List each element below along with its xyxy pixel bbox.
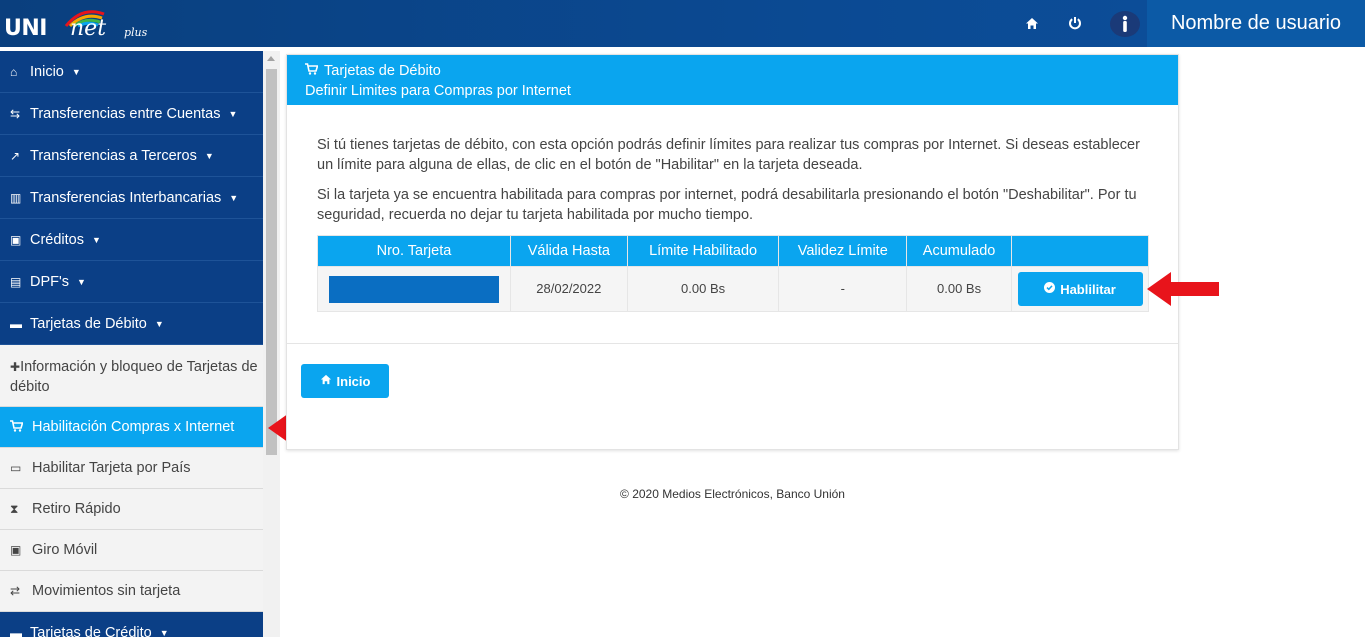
column-header: Acumulado <box>906 235 1012 267</box>
debit-cards-table: Nro. Tarjeta Válida Hasta Límite Habilit… <box>317 235 1149 312</box>
caret-down-icon: ▼ <box>228 108 238 119</box>
sidebar-item-label: Transferencias a Terceros <box>30 147 197 164</box>
unionet-logo[interactable]: UNI net plus <box>4 4 154 44</box>
sidebar-item-label: Transferencias Interbancarias <box>30 189 222 206</box>
sidebar-item-label: DPF's <box>30 273 70 290</box>
column-header: Válida Hasta <box>509 235 628 267</box>
caret-down-icon: ▼ <box>92 234 101 245</box>
sidebar-item-label: Retiro Rápido <box>32 501 121 517</box>
info-paragraph-2: Si la tarjeta ya se encuentra habilitada… <box>317 187 1137 223</box>
sidebar-item-label: ✚Información y bloqueo de Tarjetas de dé… <box>10 359 258 395</box>
money-icon: ▣ <box>10 232 22 247</box>
sidebar-item-inicio[interactable]: ⌂ Inicio ▼ <box>0 51 263 93</box>
logo-plus-text: plus <box>124 26 148 39</box>
validity-cell: - <box>778 266 908 312</box>
footer-copyright: © 2020 Medios Electrónicos, Banco Unión <box>620 487 845 501</box>
sidebar-subitem-habilitacion-compras[interactable]: Habilitación Compras x Internet <box>0 407 263 448</box>
home-icon[interactable] <box>1021 12 1043 34</box>
caret-down-icon: ▼ <box>71 66 81 77</box>
money-icon: ▣ <box>10 543 22 557</box>
sidebar-item-label: Habilitar Tarjeta por País <box>32 460 191 476</box>
card-number-cell <box>317 266 511 312</box>
power-icon[interactable] <box>1064 12 1086 34</box>
caret-down-icon: ▼ <box>204 150 214 161</box>
logo-net-text: net <box>70 16 107 41</box>
table-row: 28/02/2022 0.00 Bs - 0.00 Bs Hablilitar <box>317 266 1149 312</box>
sidebar-item-label: Movimientos sin tarjeta <box>32 583 181 599</box>
credit-card-icon: ▭ <box>10 461 22 475</box>
wifi-logo-icon <box>64 10 105 28</box>
masked-card-number <box>328 275 499 303</box>
panel-header: Tarjetas de Débito Definir Limites para … <box>287 55 1178 105</box>
username-label[interactable]: Nombre de usuario <box>1147 0 1365 47</box>
column-header <box>1011 235 1149 267</box>
column-header: Validez Límite <box>778 235 908 267</box>
sidebar-menu: ⌂ Inicio ▼ ⇆ Transferencias entre Cuenta… <box>0 51 263 637</box>
sidebar-item-dpfs[interactable]: ▤ DPF's ▼ <box>0 261 263 303</box>
caret-down-icon: ▼ <box>154 318 164 329</box>
sidebar-item-tarjetas-credito[interactable]: ▬ Tarjetas de Crédito ▼ <box>0 612 263 637</box>
column-header: Nro. Tarjeta <box>317 235 511 267</box>
sidebar-item-label: Habilitación Compras x Internet <box>32 419 235 435</box>
top-header: UNI net plus Nombre de usuario <box>0 0 1365 47</box>
enable-button[interactable]: Hablilitar <box>1017 272 1143 306</box>
sidebar-item-creditos[interactable]: ▣ Créditos ▼ <box>0 219 263 261</box>
valid-until-cell: 28/02/2022 <box>509 266 628 312</box>
sidebar-item-transferencias-cuentas[interactable]: ⇆ Transferencias entre Cuentas ▼ <box>0 93 263 135</box>
sidebar-item-label: Inicio <box>30 63 64 80</box>
sidebar-item-label: Créditos <box>30 231 84 248</box>
scroll-up-arrow-icon[interactable] <box>267 56 275 61</box>
info-paragraph-1: Si tú tienes tarjetas de débito, con est… <box>317 137 1140 173</box>
sidebar-item-label: Tarjetas de Débito <box>30 315 147 332</box>
sidebar-subitem-retiro-rapido[interactable]: ⧗ Retiro Rápido <box>0 489 263 530</box>
panel-title: Tarjetas de Débito <box>324 63 441 79</box>
panel-body: Si tú tienes tarjetas de débito, con est… <box>287 105 1178 312</box>
table-header-row: Nro. Tarjeta Válida Hasta Límite Habilit… <box>317 235 1149 267</box>
check-circle-icon <box>1044 282 1056 296</box>
credit-card-icon: ▬ <box>10 625 22 637</box>
enable-button-label: Hablilitar <box>1060 281 1116 297</box>
credit-card-icon: ▬ <box>10 316 22 331</box>
sidebar-scrollbar[interactable] <box>263 51 280 637</box>
exchange-icon: ⇆ <box>10 106 21 121</box>
home-icon: ⌂ <box>10 64 18 79</box>
bank-icon: ▥ <box>10 190 22 205</box>
caret-down-icon: ▼ <box>77 276 86 287</box>
sidebar-item-transferencias-interbancarias[interactable]: ▥ Transferencias Interbancarias ▼ <box>0 177 263 219</box>
home-button-label: Inicio <box>336 373 371 389</box>
action-cell: Hablilitar <box>1011 266 1149 312</box>
panel-subtitle: Definir Limites para Compras por Interne… <box>305 83 571 99</box>
debit-card-panel: Tarjetas de Débito Definir Limites para … <box>286 54 1179 450</box>
sidebar-item-transferencias-terceros[interactable]: ↗ Transferencias a Terceros ▼ <box>0 135 263 177</box>
column-header: Límite Habilitado <box>626 235 780 267</box>
sidebar-subitem-habilitar-pais[interactable]: ▭ Habilitar Tarjeta por País <box>0 448 263 489</box>
home-icon <box>320 374 332 388</box>
external-link-icon: ↗ <box>10 148 21 163</box>
cart-icon <box>305 61 319 81</box>
sidebar-item-label: Tarjetas de Crédito <box>30 624 152 637</box>
limit-cell: 0.00 Bs <box>626 266 780 312</box>
sidebar-item-tarjetas-debito[interactable]: ▬ Tarjetas de Débito ▼ <box>0 303 263 345</box>
exchange-icon: ⇄ <box>10 584 21 598</box>
cart-icon <box>10 419 32 435</box>
plus-icon: ✚ <box>10 360 21 374</box>
sidebar-subitem-movimientos-sin-tarjeta[interactable]: ⇄ Movimientos sin tarjeta <box>0 571 263 612</box>
user-icon[interactable] <box>1110 11 1140 37</box>
calculator-icon: ▤ <box>10 274 22 289</box>
panel-divider <box>287 343 1178 344</box>
sidebar-item-label: Giro Móvil <box>32 542 98 558</box>
caret-down-icon: ▼ <box>229 192 239 203</box>
sidebar-subitem-informacion-bloqueo[interactable]: ✚Información y bloqueo de Tarjetas de dé… <box>0 345 263 407</box>
red-arrow-icon <box>1147 272 1219 306</box>
scrollbar-thumb[interactable] <box>266 69 277 455</box>
hourglass-icon: ⧗ <box>10 501 19 516</box>
sidebar-subitem-giro-movil[interactable]: ▣ Giro Móvil <box>0 530 263 571</box>
caret-down-icon: ▼ <box>159 627 169 637</box>
accumulated-cell: 0.00 Bs <box>906 266 1012 312</box>
logo-uni-text: UNI <box>4 16 47 41</box>
home-button[interactable]: Inicio <box>301 364 389 398</box>
sidebar-item-label: Transferencias entre Cuentas <box>30 105 221 122</box>
